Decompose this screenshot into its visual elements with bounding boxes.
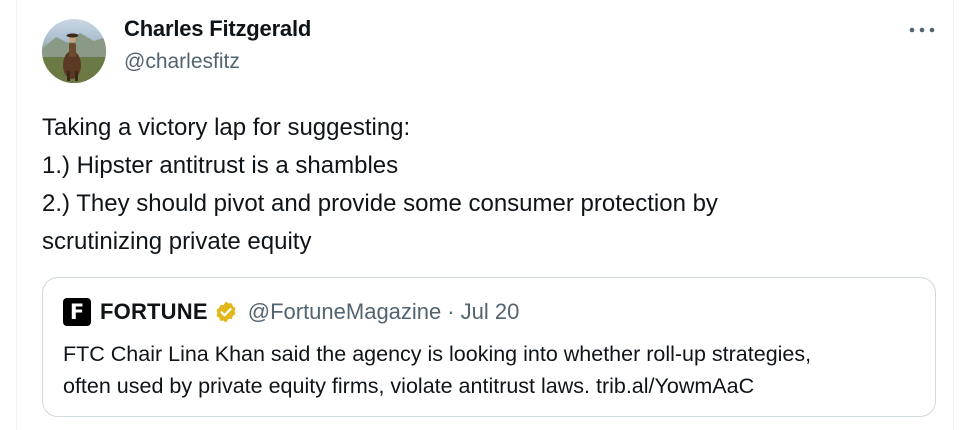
tweet-text-line: 1.) Hipster antitrust is a shambles	[42, 152, 399, 179]
horse-rider-avatar-icon	[42, 33, 106, 83]
quoted-tweet-header: F FORTUNE @FortuneMagazine · Jul 20	[63, 298, 519, 326]
quoted-tweet[interactable]: F FORTUNE @FortuneMagazine · Jul 20 FTC …	[42, 277, 936, 417]
separator-dot: ·	[447, 299, 455, 324]
more-options-button[interactable]	[904, 16, 940, 44]
tweet-text: Taking a victory lap for suggesting: 1.)…	[42, 109, 922, 261]
author-avatar[interactable]	[42, 19, 106, 83]
tweet-text-line: Taking a victory lap for suggesting:	[42, 114, 411, 141]
quoted-author-name[interactable]: FORTUNE	[100, 299, 208, 325]
quoted-text-line: often used by private equity firms, viol…	[63, 374, 755, 398]
quoted-tweet-text: FTC Chair Lina Khan said the agency is l…	[63, 338, 923, 402]
more-options-icon	[909, 27, 935, 33]
tweet-text-line: 2.) They should pivot and provide some c…	[42, 190, 718, 217]
author-handle[interactable]: @charlesfitz	[124, 50, 240, 74]
quoted-tweet-date[interactable]: Jul 20	[461, 299, 520, 325]
fortune-logo-icon[interactable]: F	[63, 298, 91, 326]
quoted-author-handle[interactable]: @FortuneMagazine	[248, 299, 442, 325]
verified-badge-icon	[216, 301, 236, 323]
quoted-text-line: FTC Chair Lina Khan said the agency is l…	[63, 342, 812, 366]
author-display-name[interactable]: Charles Fitzgerald	[124, 16, 311, 42]
tweet-text-line: scrutinizing private equity	[42, 228, 312, 255]
